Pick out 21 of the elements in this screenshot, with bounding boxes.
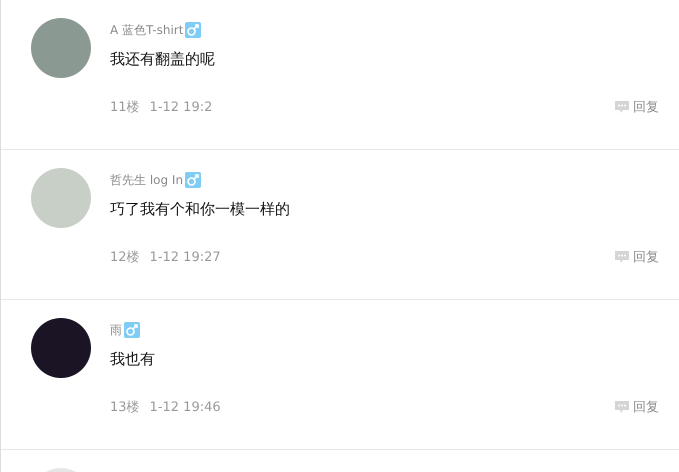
comment-time: 1-12 19:27	[150, 250, 221, 264]
male-symbol-icon	[185, 172, 202, 188]
reply-link[interactable]: 回复	[633, 98, 659, 116]
floor-number: 13楼	[110, 399, 140, 416]
floor-number: 11楼	[110, 99, 140, 116]
reply-link[interactable]: 回复	[633, 398, 659, 416]
reply-link[interactable]: 回复	[633, 248, 659, 266]
comment-text: 我还有翻盖的呢	[110, 50, 216, 70]
comment-text: 我也有	[110, 350, 156, 370]
male-symbol-icon	[124, 322, 140, 338]
comment-text: 巧了我有个和你一模一样的	[110, 200, 291, 220]
speech-bubble-icon	[614, 100, 630, 114]
author-name[interactable]: 哲先生 log In	[110, 172, 184, 188]
male-symbol-icon	[185, 22, 202, 38]
comment-time: 1-12 19:2	[150, 100, 212, 114]
floor-number: 12楼	[110, 249, 140, 266]
comment-time: 1-12 19:46	[150, 400, 221, 414]
speech-bubble-icon	[614, 400, 630, 414]
author-name[interactable]: A 蓝色T-shirt	[110, 22, 184, 38]
author-name[interactable]: 雨	[110, 322, 122, 338]
speech-bubble-icon	[614, 250, 630, 264]
